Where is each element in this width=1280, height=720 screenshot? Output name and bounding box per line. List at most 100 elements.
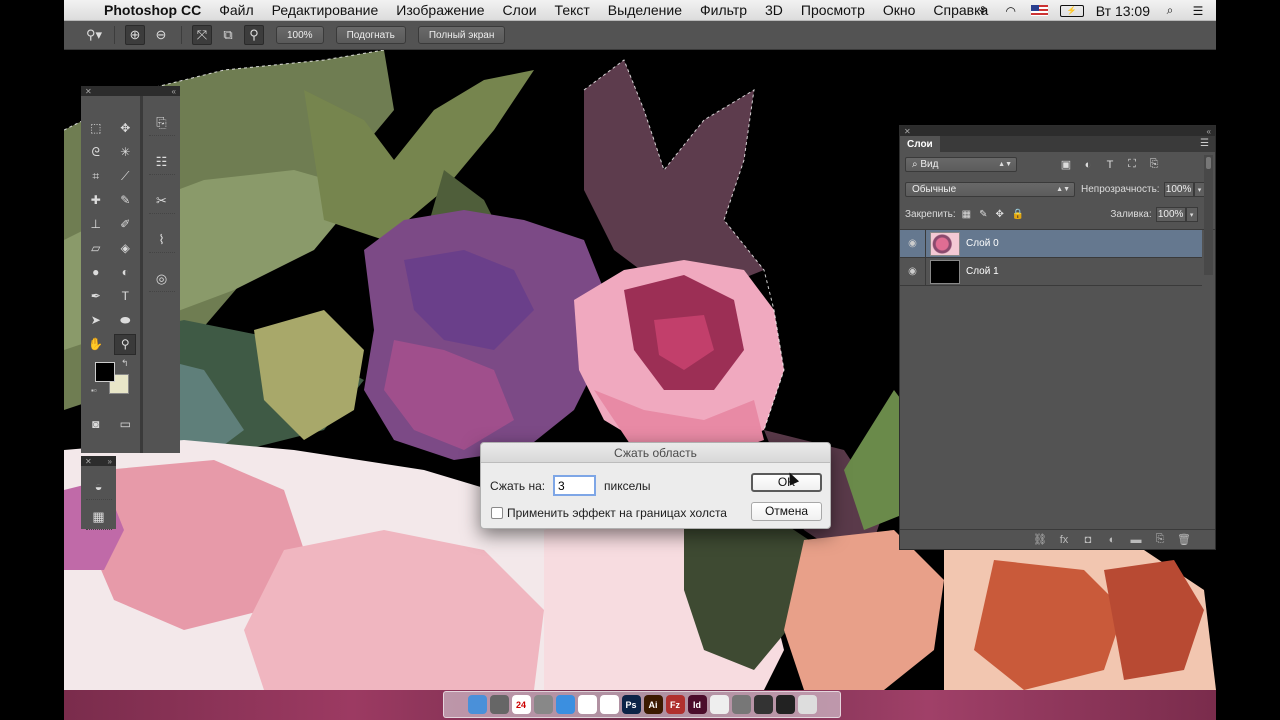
- crop-tool-icon[interactable]: ⌗: [85, 166, 107, 187]
- photoshop-icon[interactable]: Ps: [621, 695, 641, 714]
- foreground-color-swatch[interactable]: [95, 362, 115, 382]
- clapper-icon[interactable]: [753, 695, 773, 714]
- lock-image-icon[interactable]: ✎: [979, 209, 987, 220]
- fill-slider-toggle[interactable]: ▾: [1185, 207, 1198, 222]
- lock-position-icon[interactable]: ✥: [996, 209, 1004, 220]
- quick-mask-icon[interactable]: ◙: [85, 414, 107, 435]
- filter-shape-icon[interactable]: ⛶: [1125, 158, 1139, 172]
- finder-icon[interactable]: [467, 695, 487, 714]
- layer-filter-select[interactable]: ⌕ Вид ▲▼: [905, 157, 1017, 172]
- creative-cloud-libraries-icon[interactable]: ◎: [148, 266, 175, 292]
- brush-tool-icon[interactable]: ✎: [114, 190, 136, 211]
- cancel-button[interactable]: Отмена: [751, 502, 822, 521]
- clone-stamp-tool-icon[interactable]: ⊥: [85, 214, 107, 235]
- battery-icon[interactable]: ⚡: [1059, 4, 1084, 17]
- clock[interactable]: Вт 13:09: [1096, 3, 1150, 19]
- paint-bucket-tool-icon[interactable]: ◈: [114, 238, 136, 259]
- menu-layers[interactable]: Слои: [503, 2, 537, 18]
- menu-select[interactable]: Выделение: [608, 2, 682, 18]
- delete-layer-icon[interactable]: 🗑: [1177, 533, 1191, 546]
- layer-row[interactable]: ◉ Слой 1: [900, 257, 1202, 286]
- layers-panel-header[interactable]: ✕ «: [900, 126, 1215, 136]
- layers-scrollbar[interactable]: [1204, 155, 1213, 275]
- lock-all-icon[interactable]: 🔒: [1012, 209, 1024, 220]
- layer-row[interactable]: ◉ Слой 0: [900, 229, 1202, 258]
- illustrator-icon[interactable]: Ai: [643, 695, 663, 714]
- ellipse-tool-icon[interactable]: ⬬: [114, 310, 136, 331]
- history-brush-tool-icon[interactable]: ✐: [114, 214, 136, 235]
- acrobat-pro-icon[interactable]: [599, 695, 619, 714]
- swap-colors-icon[interactable]: ↰: [121, 358, 129, 369]
- collapse-icon[interactable]: «: [1207, 127, 1211, 136]
- calendar-icon[interactable]: 24: [511, 695, 531, 714]
- filter-adjustment-icon[interactable]: ◐: [1081, 158, 1095, 172]
- opacity-input[interactable]: 100%: [1163, 182, 1194, 197]
- photo-booth-icon[interactable]: [775, 695, 795, 714]
- magic-wand-tool-icon[interactable]: ✳: [114, 142, 136, 163]
- blur-tool-icon[interactable]: ●: [85, 262, 107, 283]
- panel-menu-icon[interactable]: ☰: [1200, 138, 1209, 149]
- extra-panel-header[interactable]: ✕ »: [81, 456, 116, 466]
- zoom-in-icon[interactable]: ⊕: [125, 25, 145, 45]
- menu-file[interactable]: Файл: [219, 2, 253, 18]
- add-mask-icon[interactable]: ◘: [1081, 534, 1095, 546]
- close-icon[interactable]: ✕: [85, 457, 92, 466]
- system-prefs-icon[interactable]: [533, 695, 553, 714]
- safari-icon[interactable]: [555, 695, 575, 714]
- textedit-icon[interactable]: [709, 695, 729, 714]
- eyedropper-tool-icon[interactable]: ⟋: [114, 166, 136, 187]
- fill-input[interactable]: 100%: [1155, 207, 1186, 222]
- new-group-icon[interactable]: ▬: [1129, 534, 1143, 546]
- wifi-icon[interactable]: ◠: [1003, 4, 1019, 18]
- lasso-tool-icon[interactable]: ᘓ: [85, 142, 107, 163]
- link-layers-icon[interactable]: ⛓: [1033, 533, 1047, 546]
- zoom-all-windows-icon[interactable]: ⧉: [218, 25, 238, 45]
- apply-canvas-bounds-label[interactable]: Применить эффект на границах холста: [507, 506, 727, 520]
- scrubby-zoom-icon[interactable]: ⚲: [244, 25, 264, 45]
- eraser-tool-icon[interactable]: ▱: [85, 238, 107, 259]
- layer-style-icon[interactable]: fx: [1057, 534, 1071, 546]
- hand-tool-icon[interactable]: ✋: [85, 334, 107, 355]
- close-icon[interactable]: ✕: [85, 87, 92, 96]
- marquee-tool-icon[interactable]: ⬚: [85, 118, 107, 139]
- resize-windows-icon[interactable]: ⤧: [192, 25, 212, 45]
- lock-transparent-icon[interactable]: ▦: [962, 209, 971, 220]
- collapse-icon[interactable]: »: [108, 457, 112, 466]
- menu-type[interactable]: Текст: [555, 2, 590, 18]
- tools-panel-header[interactable]: ✕ «: [81, 86, 180, 96]
- type-tool-icon[interactable]: T: [114, 286, 136, 307]
- new-layer-icon[interactable]: ⎘: [1153, 533, 1167, 546]
- adjustment-layer-icon[interactable]: ◐: [1105, 534, 1119, 546]
- menu-window[interactable]: Окно: [883, 2, 916, 18]
- spotlight-search-icon[interactable]: ⌕: [1162, 3, 1178, 18]
- layer-name[interactable]: Слой 1: [966, 266, 999, 277]
- healing-brush-tool-icon[interactable]: ✚: [85, 190, 107, 211]
- indesign-icon[interactable]: Id: [687, 695, 707, 714]
- menu-3d[interactable]: 3D: [765, 2, 783, 18]
- paths-panel-icon[interactable]: ⌇: [148, 227, 175, 253]
- filezilla-icon[interactable]: Fz: [665, 695, 685, 714]
- zoom-out-icon[interactable]: ⊖: [151, 25, 171, 45]
- fill-screen-button[interactable]: Полный экран: [417, 26, 506, 44]
- tripmode-icon[interactable]: [731, 695, 751, 714]
- dodge-tool-icon[interactable]: ◐: [114, 262, 136, 283]
- blend-mode-select[interactable]: Обычные ▲▼: [905, 182, 1075, 197]
- notification-list-icon[interactable]: ☰: [1190, 4, 1206, 18]
- zoom-100-button[interactable]: 100%: [276, 26, 324, 44]
- menu-filter[interactable]: Фильтр: [700, 2, 747, 18]
- zoom-tool-icon[interactable]: ⚲: [114, 333, 137, 355]
- layer-name[interactable]: Слой 0: [966, 238, 999, 249]
- screen-mode-icon[interactable]: ▭: [114, 414, 136, 435]
- grid-panel-icon[interactable]: ▦: [85, 504, 112, 530]
- menu-edit[interactable]: Редактирование: [272, 2, 379, 18]
- default-colors-icon[interactable]: ▪▫: [91, 386, 97, 395]
- tool-presets-icon[interactable]: ✂: [148, 188, 175, 214]
- visibility-eye-icon[interactable]: ◉: [900, 257, 926, 286]
- extension-icon[interactable]: ⚘: [975, 4, 991, 18]
- menu-app-name[interactable]: Photoshop CC: [104, 2, 201, 18]
- filter-smart-object-icon[interactable]: ⎘: [1147, 158, 1161, 172]
- visibility-eye-icon[interactable]: ◉: [900, 229, 926, 258]
- history-panel-icon[interactable]: ⎘: [148, 110, 175, 136]
- properties-panel-icon[interactable]: ☷: [148, 149, 175, 175]
- filter-pixel-icon[interactable]: ▣: [1059, 158, 1073, 172]
